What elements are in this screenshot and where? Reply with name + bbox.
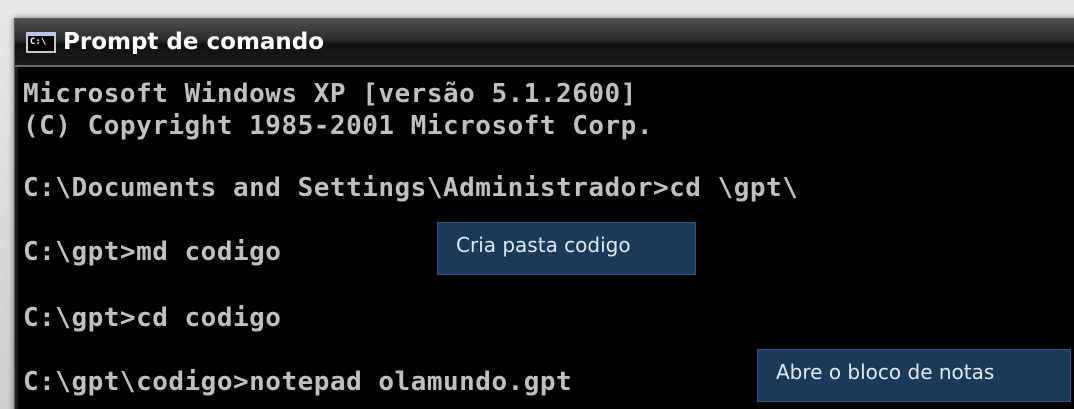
- console-line: (C) Copyright 1985-2001 Microsoft Corp.: [23, 111, 653, 141]
- title-bar[interactable]: C:\ Prompt de comando: [15, 19, 1074, 67]
- console-line: C:\gpt>cd codigo: [23, 303, 282, 333]
- console-line: Microsoft Windows XP [versão 5.1.2600]: [23, 79, 637, 109]
- console-icon-label: C:\: [30, 37, 47, 47]
- window-title: Prompt de comando: [63, 29, 325, 55]
- console-line: C:\gpt>md codigo: [23, 237, 282, 267]
- console-line: C:\Documents and Settings\Administrador>…: [23, 173, 799, 203]
- console-icon[interactable]: C:\: [26, 32, 56, 53]
- annotation-create-folder: Cria pasta codigo: [437, 222, 696, 275]
- annotation-open-notepad: Abre o bloco de notas: [757, 349, 1071, 402]
- console-line: C:\gpt\codigo>notepad olamundo.gpt: [23, 367, 573, 397]
- screenshot-frame: C:\ Prompt de comando Microsoft Windows …: [0, 0, 1074, 409]
